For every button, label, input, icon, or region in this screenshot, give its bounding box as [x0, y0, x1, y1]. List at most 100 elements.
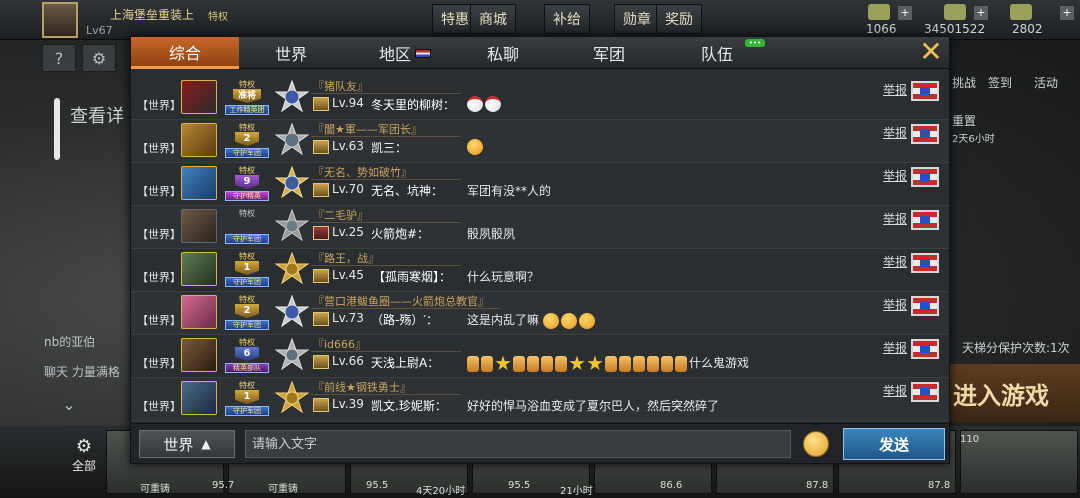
chicken-emoji-icon — [485, 96, 501, 112]
view-detail-text[interactable]: 查看详 — [70, 102, 124, 128]
close-icon[interactable]: ✕ — [916, 37, 946, 67]
player-portrait[interactable] — [181, 166, 217, 200]
report-link[interactable]: 举报 — [883, 210, 907, 227]
message-channel[interactable]: 【世界】 — [137, 140, 181, 156]
chat-text-input[interactable] — [245, 430, 791, 458]
flag-icon[interactable] — [911, 167, 939, 187]
top-button-shop[interactable]: 商城 — [470, 4, 516, 34]
activity-label[interactable]: 活动 — [1034, 74, 1058, 91]
emoji-picker-icon[interactable] — [803, 431, 829, 457]
channel-select[interactable]: 世界 ▲ — [139, 430, 235, 458]
flag-icon[interactable] — [911, 339, 939, 359]
tab-region-label: 地区 — [378, 45, 411, 64]
player-portrait[interactable] — [181, 123, 217, 157]
signin-label[interactable]: 签到 — [988, 74, 1012, 91]
privilege-badge-label: 特权 — [239, 80, 255, 89]
tab-private[interactable]: 私聊 — [463, 37, 543, 69]
enter-game-button[interactable]: 进入游戏 — [945, 364, 1080, 422]
sender-name[interactable]: 无名、坑神： — [371, 182, 443, 199]
add-resource-icon[interactable]: + — [898, 6, 912, 20]
player-portrait[interactable] — [181, 209, 217, 243]
sender-name[interactable]: （路-殇）′： — [371, 311, 438, 328]
message-channel[interactable]: 【世界】 — [137, 312, 181, 328]
left-chat-line-1: nb的亚伯 — [44, 335, 96, 349]
flag-icon[interactable] — [911, 81, 939, 101]
chevron-down-icon[interactable]: ⌄ — [52, 390, 86, 418]
send-button[interactable]: 发送 — [843, 428, 945, 460]
message-text: 好好的悍马浴血变成了夏尔巴人，然后突然碎了 — [467, 399, 720, 413]
privilege-badge-label: 特权 — [239, 295, 255, 304]
player-portrait[interactable] — [181, 80, 217, 114]
rank-badge-value: 9 — [235, 175, 259, 189]
flag-icon[interactable] — [911, 296, 939, 316]
top-button-medal[interactable]: 勋章 — [614, 4, 660, 34]
report-link[interactable]: 举报 — [883, 339, 907, 356]
rank-badge-ribbon: 守护军团 — [225, 406, 269, 416]
rank-badge-value: 6 — [235, 347, 259, 361]
message-text: 什么玩意啊？ — [467, 270, 540, 284]
filter-all[interactable]: ⚙ 全部 — [66, 436, 102, 474]
report-link[interactable]: 举报 — [883, 167, 907, 184]
message-channel[interactable]: 【世界】 — [137, 355, 181, 371]
top-button-supply[interactable]: 补给 — [544, 4, 590, 34]
chat-message-row: 【世界】 特权 2 守护军团 『闇★軍——军团长』 Lv.63 凯三： 举报 — [131, 120, 949, 163]
tab-world[interactable]: 世界 — [249, 37, 333, 69]
guild-name: 『无名、势如破竹』 — [313, 166, 412, 179]
add-gold-icon[interactable]: + — [1060, 6, 1074, 20]
level-icon — [313, 355, 329, 369]
message-channel[interactable]: 【世界】 — [137, 183, 181, 199]
star-icon — [569, 355, 585, 371]
flag-icon[interactable] — [911, 210, 939, 230]
add-money-icon[interactable]: + — [974, 6, 988, 20]
report-link[interactable]: 举报 — [883, 382, 907, 399]
thumbs-down-icon — [481, 355, 493, 372]
player-level: Lv.94 — [332, 96, 364, 110]
help-icon[interactable]: ? — [42, 44, 76, 72]
card-value: 87.8 — [806, 480, 829, 491]
player-avatar[interactable] — [42, 2, 78, 38]
message-list[interactable]: 【世界】 特权 准将 工作精英团 『猪队友』 Lv.94 冬天里的柳树： 举报 — [131, 77, 949, 457]
sender-name[interactable]: 冬天里的柳树： — [371, 96, 455, 113]
sender-name[interactable]: 天浅上尉A： — [371, 354, 439, 371]
player-portrait[interactable] — [181, 381, 217, 415]
top-button-reward[interactable]: 奖励 — [656, 4, 702, 34]
player-portrait[interactable] — [181, 295, 217, 329]
report-link[interactable]: 举报 — [883, 81, 907, 98]
flag-icon[interactable] — [911, 382, 939, 402]
flag-icon[interactable] — [911, 253, 939, 273]
left-chat-label[interactable]: 聊天 — [44, 365, 68, 379]
settings-icon[interactable]: ⚙ — [82, 44, 116, 72]
privilege-badge-label: 特权 — [239, 338, 255, 347]
report-link[interactable]: 举报 — [883, 124, 907, 141]
message-channel[interactable]: 【世界】 — [137, 398, 181, 414]
message-channel[interactable]: 【世界】 — [137, 97, 181, 113]
player-portrait[interactable] — [181, 252, 217, 286]
tab-region[interactable]: 地区 — [363, 37, 447, 69]
medal-resource-icon — [868, 4, 890, 20]
report-link[interactable]: 举报 — [883, 296, 907, 313]
sender-name[interactable]: 火箭炮#： — [371, 225, 429, 242]
sender-name[interactable]: 凯三： — [371, 139, 407, 156]
filter-all-label: 全部 — [71, 459, 96, 473]
message-channel[interactable]: 【世界】 — [137, 226, 181, 242]
level-icon — [313, 269, 329, 283]
chat-message-row: 【世界】 特权 1 守护军团 『前线★钢铁勇士』 Lv.39 凯文.珍妮斯： 好… — [131, 378, 949, 421]
rank-badge: 特权 守护军团 — [223, 208, 271, 246]
left-chat-preview: nb的亚伯 — [44, 334, 95, 350]
player-level: Lv.25 — [332, 225, 364, 239]
report-link[interactable]: 举报 — [883, 253, 907, 270]
thumbs-down-icon — [647, 355, 659, 372]
flag-icon[interactable] — [911, 124, 939, 144]
message-channel[interactable]: 【世界】 — [137, 269, 181, 285]
chat-message-row: 【世界】 特权 6 精英部队 『id666』 Lv.66 天浅上尉A： 什么鬼游… — [131, 335, 949, 378]
sender-name[interactable]: 凯文.珍妮斯： — [371, 397, 447, 414]
tab-comprehensive[interactable]: 综合 — [131, 37, 239, 69]
player-portrait[interactable] — [181, 338, 217, 372]
player-level: Lv.39 — [332, 397, 364, 411]
tab-legion[interactable]: 军团 — [569, 37, 649, 69]
sender-name[interactable]: 【孤雨寒烟】： — [373, 268, 451, 285]
challenge-label[interactable]: 挑战 — [952, 74, 976, 91]
rank-badge: 特权 6 精英部队 — [223, 337, 271, 375]
privilege-badge-label: 特权 — [239, 123, 255, 132]
thumbs-down-icon — [633, 355, 645, 372]
